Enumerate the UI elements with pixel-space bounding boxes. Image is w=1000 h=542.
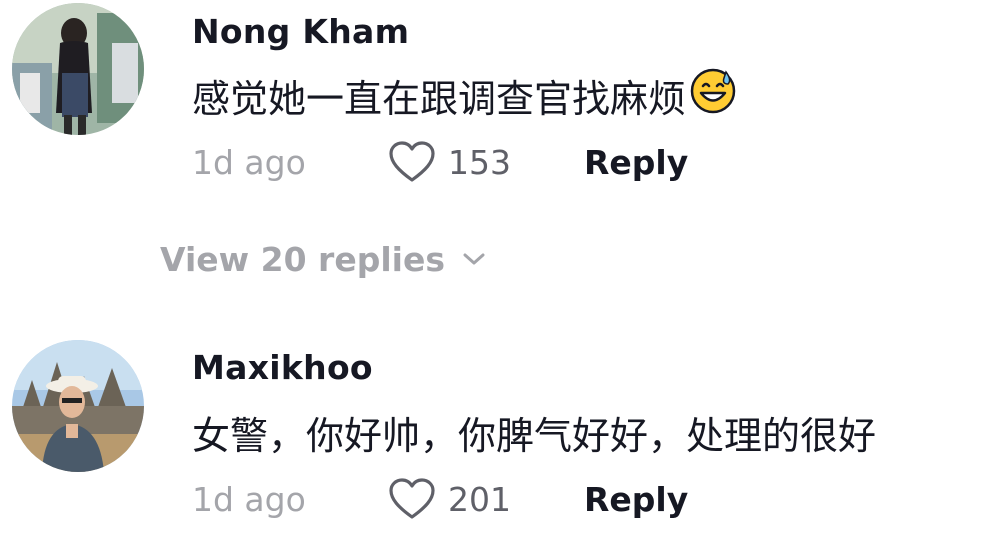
comment-meta: 1d ago 153 Reply xyxy=(192,137,688,187)
like-count: 201 xyxy=(448,479,511,519)
comment-text: 感觉她一直在跟调查官找麻烦 xyxy=(192,68,736,123)
heart-icon[interactable] xyxy=(388,477,436,521)
avatar[interactable] xyxy=(12,3,144,135)
comment-username[interactable]: Maxikhoo xyxy=(192,348,373,387)
reply-button[interactable]: Reply xyxy=(584,143,688,182)
avatar[interactable] xyxy=(12,340,144,472)
comment-username[interactable]: Nong Kham xyxy=(192,12,409,51)
comment-timestamp: 1d ago xyxy=(192,479,306,519)
like-button[interactable]: 201 xyxy=(388,477,584,521)
comment-text-content: 女警，你好帅，你脾气好好，处理的很好 xyxy=(192,414,877,458)
comment-timestamp: 1d ago xyxy=(192,142,306,182)
comment-text-content: 感觉她一直在跟调查官找麻烦 xyxy=(192,77,687,121)
reply-button[interactable]: Reply xyxy=(584,480,688,519)
view-replies-label: View 20 replies xyxy=(160,239,445,279)
like-button[interactable]: 153 xyxy=(388,140,584,184)
view-replies-button[interactable]: View 20 replies xyxy=(160,237,487,281)
comment-text: 女警，你好帅，你脾气好好，处理的很好 xyxy=(192,405,876,460)
grinning-sweat-emoji-icon xyxy=(690,68,736,123)
comment-meta: 1d ago 201 Reply xyxy=(192,474,688,524)
chevron-down-icon xyxy=(463,253,485,265)
like-count: 153 xyxy=(448,142,511,182)
heart-icon[interactable] xyxy=(388,140,436,184)
